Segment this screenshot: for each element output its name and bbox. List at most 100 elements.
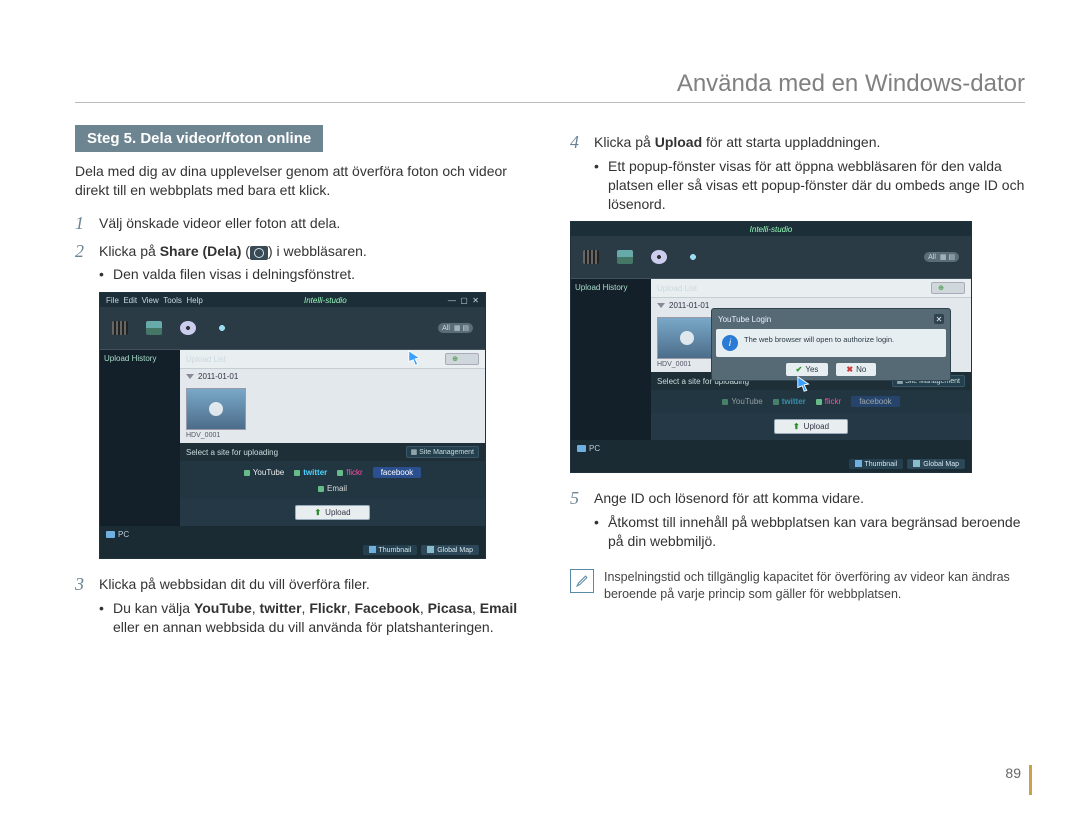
upload-icon: ⬆ — [793, 422, 800, 431]
video-thumbnail[interactable] — [657, 317, 717, 359]
service-twitter[interactable]: twitter — [773, 397, 806, 406]
info-icon: i — [722, 335, 738, 351]
upload-button[interactable]: ⬆ Upload — [295, 505, 369, 520]
share-icon — [250, 246, 268, 260]
login-message: The web browser will open to authorize l… — [744, 335, 894, 345]
date-row: 2011-01-01 — [180, 369, 485, 384]
text: Du kan välja — [113, 600, 194, 616]
step-3-text: Klicka på webbsidan dit du vill överföra… — [99, 575, 530, 594]
step-1-text: Välj önskade videor eller foton att dela… — [99, 214, 530, 233]
note-text: Inspelningstid och tillgänglig kapacitet… — [604, 569, 1025, 603]
upload-history-panel: Upload History — [571, 279, 651, 440]
app-logo: Intelli-studio — [750, 225, 793, 234]
tool-share — [214, 321, 230, 335]
globe-icon — [427, 546, 434, 553]
date-label: 2011-01-01 — [198, 372, 238, 381]
tool-movie — [112, 321, 128, 335]
tab-thumbnail[interactable]: Thumbnail — [849, 459, 904, 469]
bold: Flickr — [309, 600, 346, 616]
login-title: YouTube Login — [718, 315, 771, 324]
video-thumbnail[interactable] — [186, 388, 246, 430]
bold: Email — [480, 600, 517, 616]
chevron-down-icon — [186, 374, 194, 379]
service-flickr[interactable]: flickr — [816, 397, 841, 406]
service-bar: YouTube twitter flickr facebook — [651, 390, 971, 413]
add-button[interactable]: ⊕ Add — [931, 282, 965, 294]
text: för att starta uppladdningen. — [702, 134, 880, 150]
site-management-button[interactable]: ▦ Site Management — [406, 446, 479, 458]
text: eller en annan webbsida du vill använda … — [113, 619, 494, 635]
login-no-button[interactable]: ✖No — [836, 363, 876, 376]
bold: twitter — [260, 600, 302, 616]
site-mgmt-label: Site Management — [419, 449, 474, 456]
tab-thumbnail[interactable]: Thumbnail — [363, 545, 418, 555]
close-icon[interactable]: ✕ — [934, 314, 944, 324]
app-screenshot-1: File Edit View Tools Help Intelli-studio… — [99, 292, 486, 559]
step-1: 1 Välj önskade videor eller foton att de… — [75, 214, 530, 234]
note-icon — [570, 569, 594, 593]
app-menubar: Intelli-studio — [571, 222, 971, 236]
login-dialog: YouTube Login ✕ i The web browser will o… — [711, 308, 951, 381]
photo-icon — [617, 250, 633, 264]
step-number: 1 — [75, 214, 99, 234]
pc-label: PC — [106, 530, 129, 539]
chevron-down-icon — [657, 303, 665, 308]
photo-icon — [146, 321, 162, 335]
service-bar: YouTube twitter flickr facebook — [180, 461, 485, 484]
text: i webbläsaren. — [273, 243, 367, 259]
service-twitter[interactable]: twitter — [294, 468, 327, 477]
service-facebook[interactable]: facebook — [373, 467, 421, 478]
share-icon — [214, 321, 230, 335]
page-number: 89 — [1005, 765, 1032, 795]
upload-label: Upload — [325, 508, 350, 517]
step-2-text: Klicka på Share (Dela) () i webbläsaren. — [99, 242, 530, 261]
date-label: 2011-01-01 — [669, 301, 709, 310]
film-icon — [583, 250, 599, 264]
upload-icon: ⬆ — [314, 508, 321, 517]
upload-bold: Upload — [655, 134, 702, 150]
bold: Picasa — [428, 600, 472, 616]
add-label: Add — [460, 356, 472, 363]
upload-list-label: Upload List — [186, 355, 226, 364]
upload-list-label: Upload List — [657, 284, 697, 293]
view-toggle: All ▦ ▤ — [924, 252, 959, 262]
note: Inspelningstid och tillgänglig kapacitet… — [570, 569, 1025, 603]
step-heading: Steg 5. Dela videor/foton online — [75, 125, 323, 152]
app-toolbar: All ▦ ▤ — [571, 236, 971, 279]
share-icon — [685, 250, 701, 264]
text: Klicka på — [99, 243, 160, 259]
select-site-label: Select a site for uploading — [186, 448, 278, 457]
step-4-text: Klicka på Upload för att starta uppladdn… — [594, 133, 1025, 152]
service-youtube[interactable]: YouTube — [244, 468, 284, 477]
app-screenshot-2: Intelli-studio All ▦ ▤ Upload History — [570, 221, 972, 473]
app-toolbar: All ▦ ▤ — [100, 307, 485, 350]
add-button[interactable]: ⊕ Add — [445, 353, 479, 365]
globe-icon — [913, 460, 920, 467]
upload-button[interactable]: ⬆Upload — [774, 419, 848, 434]
view-toggle: All ▦ ▤ — [438, 323, 473, 333]
tool-disc — [180, 321, 196, 335]
service-email[interactable]: Email — [318, 484, 347, 493]
app-footer: PC — [571, 440, 971, 456]
service-flickr[interactable]: flickr — [337, 468, 362, 477]
step-3-bullet: Du kan välja YouTube, twitter, Flickr, F… — [99, 599, 530, 637]
service-youtube[interactable]: YouTube — [722, 397, 762, 406]
bold: YouTube — [194, 600, 252, 616]
step-4: 4 Klicka på Upload för att starta upplad… — [570, 133, 1025, 153]
pc-icon — [106, 531, 115, 538]
cursor-arrow-icon — [796, 375, 814, 393]
step-number: 4 — [570, 133, 594, 153]
step-3: 3 Klicka på webbsidan dit du vill överfö… — [75, 575, 530, 595]
step-5-bullet: Åtkomst till innehåll på webbplatsen kan… — [594, 513, 1025, 551]
app-logo: Intelli-studio — [304, 296, 347, 305]
service-facebook[interactable]: facebook — [851, 396, 899, 407]
grid-icon — [855, 460, 862, 467]
step-5: 5 Ange ID och lösenord för att komma vid… — [570, 489, 1025, 509]
tab-global-map[interactable]: Global Map — [907, 459, 965, 469]
app-menubar: File Edit View Tools Help Intelli-studio… — [100, 293, 485, 307]
step-2-bullet: Den valda filen visas i delningsfönstret… — [99, 265, 530, 284]
page-title: Använda med en Windows-dator — [75, 70, 1025, 103]
text: Klicka på — [594, 134, 655, 150]
tab-global-map[interactable]: Global Map — [421, 545, 479, 555]
step-number: 5 — [570, 489, 594, 509]
